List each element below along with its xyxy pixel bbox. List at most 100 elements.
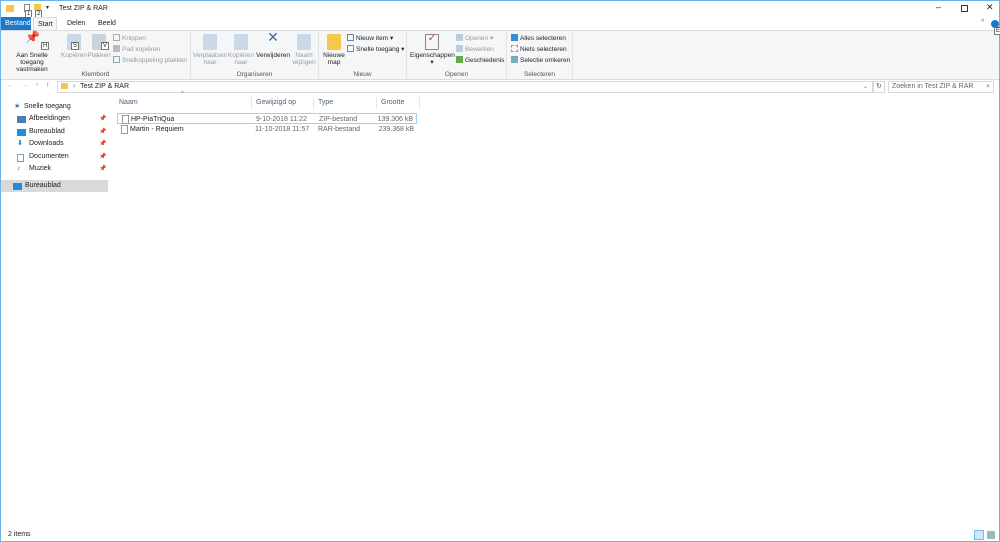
nav-item-bureaublad[interactable]: Bureaublad 📌 [1,126,108,138]
key-tip-s: S [71,42,80,50]
pin-icon: 📌 [99,154,107,160]
delete-button[interactable]: ✕ Verwijderen [255,29,291,59]
recent-dropdown[interactable]: ▾ [36,82,39,88]
column-header-name[interactable]: Naam [115,97,252,109]
tab-bestand[interactable]: Bestand [1,17,31,30]
status-bar: 2 items [1,528,999,542]
properties-button[interactable]: ✓ Eigenschappen ▾ [410,34,455,67]
address-row: ← → ▾ ↑ › Test ZIP & RAR ⌄ ↻ Zoeken in T… [1,81,999,94]
new-item-icon [347,34,354,41]
copy-path-button[interactable]: Pad kopiëren [113,45,160,55]
minimize-button[interactable]: – [936,2,941,12]
file-icon [121,125,128,134]
group-klembord: 📌 Aan Snelle toegang vastmaken Kopiëren P… [1,31,191,80]
nav-item-downloads[interactable]: ⬇ Downloads 📌 [1,138,108,150]
open-icon [456,34,463,41]
nav-item-documenten[interactable]: Documenten 📌 [1,151,108,163]
nav-quick-access[interactable]: ★ Snelle toegang [1,101,108,113]
file-icon [122,115,129,124]
refresh-button[interactable]: ↻ [873,81,885,93]
folder-icon [61,83,68,89]
nav-item-muziek[interactable]: ♪ Muziek 📌 [1,163,108,175]
rename-button[interactable]: Naam wijzigen [291,34,317,66]
move-to-button[interactable]: Verplaatsen naar [193,34,227,66]
nav-item-afbeeldingen[interactable]: Afbeeldingen 📌 [1,113,108,125]
edit-icon [456,45,463,52]
column-header-type[interactable]: Type [314,97,377,109]
desktop-icon [17,129,26,136]
qat-dropdown-icon[interactable]: ▾ [46,4,49,11]
path-icon [113,45,120,52]
select-none-button[interactable]: Niets selecteren [511,45,567,55]
search-icon: ⌕ [986,83,990,90]
nav-desktop-root[interactable]: Bureaublad [1,180,108,192]
group-label: Openen [444,71,469,78]
pin-icon: 📌 [99,141,107,147]
invert-selection-button[interactable]: Selectie omkeren [511,56,570,66]
forward-button[interactable]: → [22,82,29,89]
title-bar: 1 2 ▾ Test ZIP & RAR – ✕ [1,1,999,18]
file-row[interactable]: HP-PiaTriQua 9-10-2018 11:22 ZIP-bestand… [117,113,417,124]
new-item-button[interactable]: Nieuw item ▾ [347,34,393,44]
cut-button[interactable]: Knippen [113,34,146,44]
ribbon-tabs: Bestand F Start H Delen S Beeld V ^ [1,17,999,50]
address-dropdown-icon[interactable]: ⌄ [863,82,868,92]
group-label: Selecteren [523,71,556,78]
file-row[interactable]: Martin - Requiem 11-10-2018 11:57 RAR-be… [117,124,417,135]
paste-shortcut-button[interactable]: Snelkoppeling plakken [113,56,187,66]
group-openen: ✓ Eigenschappen ▾ Openen ▾ Bewerken Geschi… [407,31,507,80]
ribbon: 📌 Aan Snelle toegang vastmaken Kopiëren P… [1,27,1000,80]
shortcut-icon [113,56,120,63]
download-icon: ⬇ [17,140,23,147]
details-view-button[interactable] [974,530,984,540]
select-all-button[interactable]: Alles selecteren [511,34,566,44]
up-button[interactable]: ↑ [46,82,50,89]
column-header-modified[interactable]: Gewijzigd op [252,97,314,109]
group-label: Organiseren [236,71,273,78]
rename-icon [297,34,311,50]
new-folder-button[interactable]: Nieuwe map [321,34,347,66]
group-nieuw: Nieuwe map Nieuw item ▾ Snelle toegang ▾… [319,31,407,80]
edit-button[interactable]: Bewerken [456,45,494,55]
scissors-icon [113,34,120,41]
collapse-ribbon-icon[interactable]: ^ [981,19,984,26]
key-tip-h: H [41,42,50,50]
group-label: Nieuw [353,71,372,78]
properties-icon: ✓ [425,34,439,50]
history-button[interactable]: Geschiedenis [456,56,504,66]
delete-icon: ✕ [267,29,279,45]
easy-access-button[interactable]: Snelle toegang ▾ [347,45,404,55]
pin-icon: 📌 [99,129,107,135]
pin-quick-access-button[interactable]: 📌 Aan Snelle toegang vastmaken [4,30,60,73]
pictures-icon [17,116,26,123]
pin-icon: 📌 [99,116,107,122]
copy-to-icon [234,34,248,50]
close-button[interactable]: ✕ [986,2,994,13]
star-icon: ★ [14,103,21,110]
breadcrumb-separator: › [72,83,76,90]
tab-delen[interactable]: Delen [63,17,89,30]
search-input[interactable]: Zoeken in Test ZIP & RAR ⌕ [888,81,994,93]
tab-start[interactable]: Start [33,17,57,30]
large-icons-view-button[interactable] [987,531,995,539]
documents-icon [17,154,24,162]
tab-beeld[interactable]: Beeld [94,17,120,30]
open-button[interactable]: Openen ▾ [456,34,493,44]
address-bar[interactable]: › Test ZIP & RAR ⌄ [57,81,873,93]
key-tip-v: V [101,42,110,50]
folder-icon [6,5,14,12]
group-selecteren: Alles selecteren Niets selecteren Select… [507,31,573,80]
pin-icon: 📌 [25,30,40,44]
new-folder-icon [327,34,341,50]
move-icon [203,34,217,50]
easy-access-icon [347,45,354,52]
window-title: Test ZIP & RAR [59,5,108,12]
navigation-pane: ★ Snelle toegang Afbeeldingen 📌 Bureaublad… [1,97,108,527]
back-button[interactable]: ← [7,82,14,89]
pin-icon: 📌 [99,166,107,172]
breadcrumb-current[interactable]: Test ZIP & RAR [80,83,129,90]
copy-to-button[interactable]: Kopiëren naar [227,34,255,66]
column-header-size[interactable]: Grootte [377,97,420,109]
maximize-button[interactable] [961,5,968,12]
history-icon [456,56,463,63]
